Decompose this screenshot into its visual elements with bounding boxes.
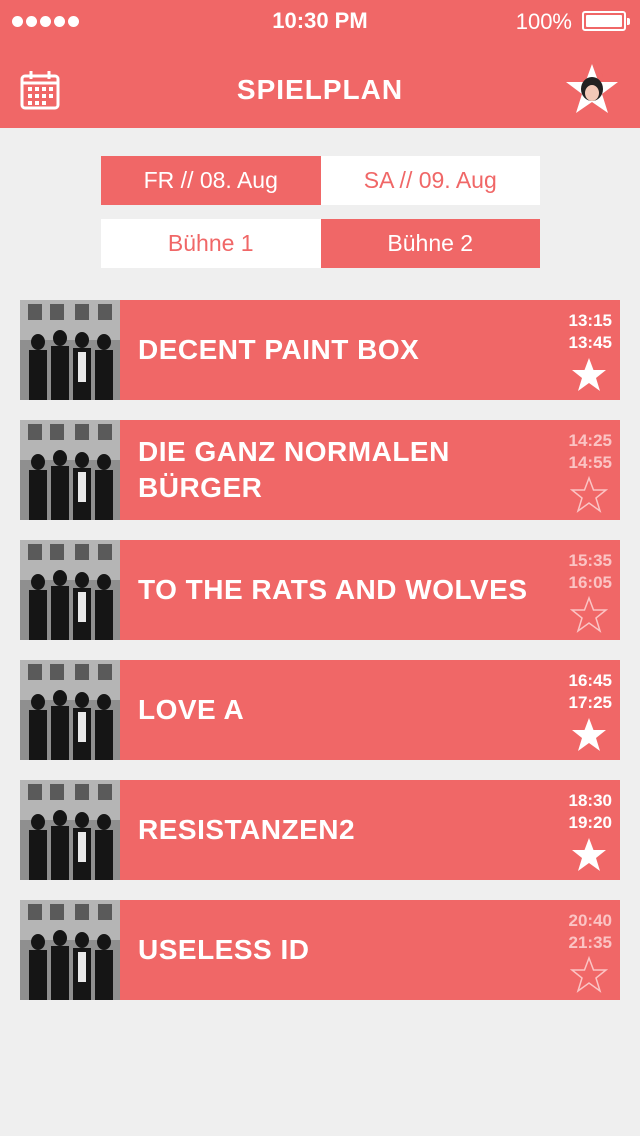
favorite-star-outline-icon[interactable]	[569, 595, 609, 634]
start-time: 15:35	[568, 551, 612, 570]
favorite-star-filled-icon[interactable]	[570, 356, 608, 394]
battery-icon	[582, 11, 630, 31]
time-range: 18:30 19:20	[542, 790, 612, 834]
avatar-star-icon[interactable]	[564, 62, 620, 118]
band-photo	[20, 540, 120, 640]
time-range: 20:40 21:35	[542, 910, 612, 954]
list-item[interactable]: DIE GANZ NORMALEN BÜRGER 14:25 14:55	[20, 420, 620, 520]
band-photo	[20, 780, 120, 880]
start-time: 13:15	[568, 311, 612, 330]
band-name: DECENT PAINT BOX	[138, 334, 420, 365]
favorite-star-outline-icon[interactable]	[569, 475, 609, 514]
battery-percentage: 100%	[515, 9, 572, 34]
day-tab-friday[interactable]: FR // 08. Aug	[101, 156, 321, 205]
stage-selector: Bühne 1 Bühne 2	[101, 219, 540, 268]
end-time: 16:05	[568, 573, 612, 592]
band-photo	[20, 660, 120, 760]
time-range: 15:35 16:05	[542, 550, 612, 594]
band-name: LOVE A	[138, 694, 245, 725]
band-name: TO THE RATS AND WOLVES	[138, 574, 528, 605]
end-time: 17:25	[568, 693, 612, 712]
stage-tab-1[interactable]: Bühne 1	[101, 219, 321, 268]
favorite-star-filled-icon[interactable]	[570, 716, 608, 754]
end-time: 14:55	[568, 453, 612, 472]
end-time: 13:45	[568, 333, 612, 352]
nav-bar: SPIELPLAN	[0, 44, 640, 128]
start-time: 16:45	[568, 671, 612, 690]
stage-tab-2[interactable]: Bühne 2	[320, 219, 540, 268]
band-photo	[20, 300, 120, 400]
end-time: 21:35	[568, 933, 612, 952]
status-bar: 10:30 PM 100%	[0, 0, 640, 44]
end-time: 19:20	[568, 813, 612, 832]
day-selector: FR // 08. Aug SA // 09. Aug	[101, 156, 540, 205]
schedule-list: DECENT PAINT BOX 13:15 13:45 DIE GANZ NO…	[20, 300, 620, 1020]
list-item[interactable]: TO THE RATS AND WOLVES 15:35 16:05	[20, 540, 620, 640]
band-name: USELESS ID	[138, 934, 310, 965]
list-item[interactable]: USELESS ID 20:40 21:35	[20, 900, 620, 1000]
list-item[interactable]: DECENT PAINT BOX 13:15 13:45	[20, 300, 620, 400]
favorite-star-outline-icon[interactable]	[569, 955, 609, 994]
favorite-star-filled-icon[interactable]	[570, 836, 608, 874]
start-time: 20:40	[568, 911, 612, 930]
band-name: RESISTANZEN2	[138, 814, 356, 845]
band-name: DIE GANZ NORMALEN BÜRGER	[138, 436, 450, 503]
page-title: SPIELPLAN	[236, 74, 404, 105]
day-tab-saturday[interactable]: SA // 09. Aug	[320, 156, 540, 205]
time-range: 14:25 14:55	[542, 430, 612, 474]
start-time: 18:30	[568, 791, 612, 810]
time-range: 16:45 17:25	[542, 670, 612, 714]
list-item[interactable]: RESISTANZEN2 18:30 19:20	[20, 780, 620, 880]
start-time: 14:25	[568, 431, 612, 450]
time-range: 13:15 13:45	[542, 310, 612, 354]
band-photo	[20, 900, 120, 1000]
list-item[interactable]: LOVE A 16:45 17:25	[20, 660, 620, 760]
band-photo	[20, 420, 120, 520]
